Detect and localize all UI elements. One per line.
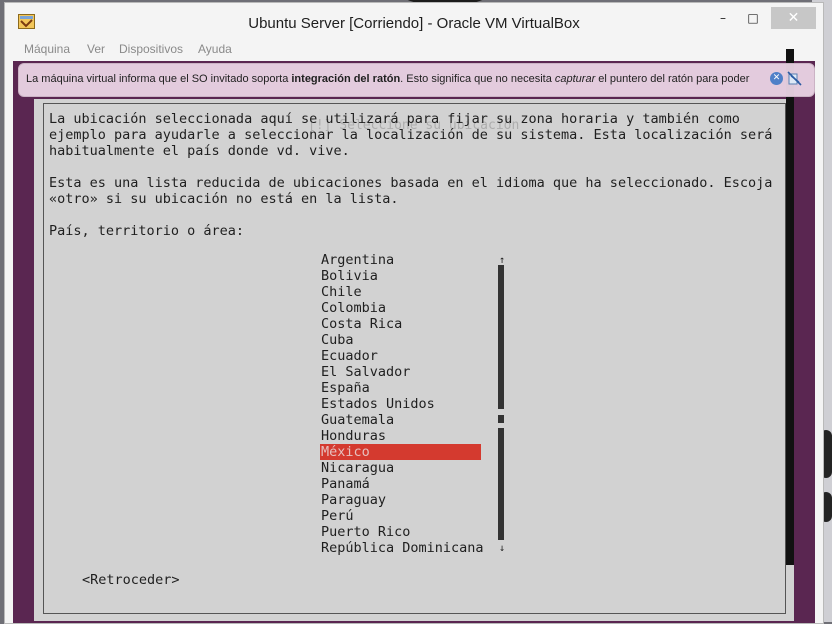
country-option-colombia[interactable]: Colombia (320, 300, 481, 316)
country-option-mexico-selected[interactable]: México (320, 444, 481, 460)
notification-text: La máquina virtual informa que el SO inv… (26, 73, 750, 85)
menu-bar: Máquina Ver Dispositivos Ayuda (5, 38, 823, 60)
installer-dialog: [!] Seleccione su ubicación La ubicación… (34, 99, 794, 621)
country-option-ecuador[interactable]: Ecuador (320, 348, 481, 364)
country-option-puerto-rico[interactable]: Puerto Rico (320, 524, 481, 540)
menu-maquina[interactable]: Máquina (24, 42, 70, 56)
country-option-espana[interactable]: España (320, 380, 481, 396)
notification-close-icon[interactable]: ✕ (770, 72, 783, 85)
note-line-2: «otro» si su ubicación no está en la lis… (49, 191, 399, 207)
note-line-1: Esta es una lista reducida de ubicacione… (49, 175, 773, 191)
maximize-button[interactable]: □ (740, 7, 766, 29)
minimize-button[interactable]: – (710, 7, 736, 29)
menu-ayuda[interactable]: Ayuda (198, 42, 232, 56)
menu-ver[interactable]: Ver (87, 42, 105, 56)
country-option-estados-unidos[interactable]: Estados Unidos (320, 396, 481, 412)
back-button[interactable]: <Retroceder> (82, 572, 180, 588)
country-option-el-salvador[interactable]: El Salvador (320, 364, 481, 380)
country-option-argentina[interactable]: Argentina (320, 252, 481, 268)
intro-line-1: La ubicación seleccionada aquí se utiliz… (49, 111, 740, 127)
country-option-republica-dominicana[interactable]: República Dominicana (320, 540, 484, 556)
scrollbar-thumb[interactable] (498, 415, 504, 423)
country-option-cuba[interactable]: Cuba (320, 332, 481, 348)
title-bar[interactable]: Ubuntu Server [Corriendo] - Oracle VM Vi… (5, 3, 823, 37)
country-option-nicaragua[interactable]: Nicaragua (320, 460, 481, 476)
country-option-panama[interactable]: Panamá (320, 476, 481, 492)
notification-bold-text: integración del ratón (291, 73, 401, 85)
country-option-bolivia[interactable]: Bolivia (320, 268, 481, 284)
scroll-down-arrow-icon[interactable]: ↓ (497, 541, 507, 554)
country-list[interactable]: Argentina Bolivia Chile Colombia Costa R… (320, 252, 484, 556)
intro-line-2: ejemplo para ayudarle a seleccionar la l… (49, 127, 773, 143)
menu-dispositivos[interactable]: Dispositivos (119, 42, 183, 56)
country-option-chile[interactable]: Chile (320, 284, 481, 300)
country-option-honduras[interactable]: Honduras (320, 428, 481, 444)
country-option-peru[interactable]: Perú (320, 508, 481, 524)
country-option-paraguay[interactable]: Paraguay (320, 492, 481, 508)
country-option-guatemala[interactable]: Guatemala (320, 412, 481, 428)
country-prompt: País, territorio o área: (49, 223, 245, 239)
do-not-show-again-icon[interactable] (787, 71, 802, 86)
country-option-costa-rica[interactable]: Costa Rica (320, 316, 481, 332)
intro-line-3: habitualmente el país donde vd. vive. (49, 143, 350, 159)
scrollbar-track-lower[interactable] (498, 428, 504, 540)
scroll-up-arrow-icon[interactable]: ↑ (497, 253, 507, 266)
notification-italic-text: capturar (554, 73, 596, 85)
window-title: Ubuntu Server [Corriendo] - Oracle VM Vi… (248, 15, 580, 32)
scrollbar-track-upper[interactable] (498, 265, 504, 409)
mouse-integration-notification: La máquina virtual informa que el SO inv… (18, 63, 815, 97)
close-button[interactable]: ✕ (771, 7, 816, 29)
dialog-shadow (786, 49, 794, 565)
guest-display[interactable]: [!] Seleccione su ubicación La ubicación… (13, 61, 815, 623)
